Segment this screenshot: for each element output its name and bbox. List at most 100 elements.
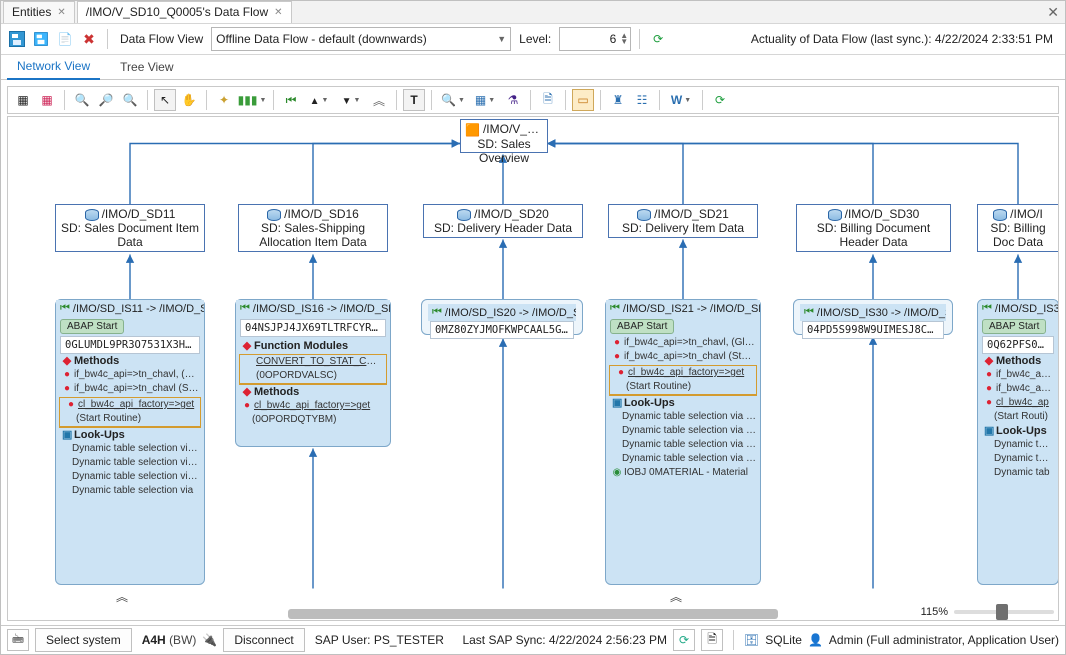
panel-is30[interactable]: ⏮/IMO/SD_IS30 -> /IMO/D_SD30 04PD5S998W9… (793, 299, 953, 335)
tab-network-view[interactable]: Network View (7, 55, 100, 80)
up-dropdown[interactable]: ▼ (304, 89, 334, 111)
copy-button[interactable] (55, 29, 75, 49)
lookup-item[interactable]: Dynamic table selection via variable: l_… (606, 452, 760, 466)
dataflow-view-value: Offline Data Flow - default (downwards) (216, 32, 427, 46)
doc-icon[interactable]: 🗎 (701, 629, 723, 651)
method-item[interactable]: ●if_bw4c_api=>tn_chavl (Start Routine) (56, 382, 204, 396)
panel-is16[interactable]: ⏮/IMO/SD_IS16 -> /IMO/D_SD16 04NSJPJ4JX6… (235, 299, 391, 447)
panel-is20[interactable]: ⏮/IMO/SD_IS20 -> /IMO/D_SD20 0MZ80ZYJMOF… (421, 299, 583, 335)
cylinder-icon (85, 209, 99, 221)
skip-start-icon[interactable]: ⏮ (280, 89, 302, 111)
infoprovider-node[interactable]: /IMO/D_SD16 SD: Sales-Shipping Allocatio… (238, 204, 388, 252)
tab-entities[interactable]: Entities ✕ (3, 1, 75, 23)
infoprovider-node[interactable]: /IMO/D_SD11 SD: Sales Document Item Data (55, 204, 205, 252)
root-node[interactable]: 🟧/IMO/V_SD10 SD: Sales Overview (460, 119, 548, 153)
infoprovider-node[interactable]: /IMO/D_SD20 SD: Delivery Header Data (423, 204, 583, 238)
method-note: (Start Routi) (978, 410, 1058, 424)
save-button[interactable] (7, 29, 27, 49)
zoom-out-button[interactable]: 🔍 (119, 89, 141, 111)
panel-is21[interactable]: ⏮/IMO/SD_IS21 -> /IMO/D_SD21 ABAP Start … (605, 299, 761, 585)
vertical-layout-button[interactable]: ▭ (572, 89, 594, 111)
expand-indicator[interactable]: ︽ (116, 588, 128, 605)
horizontal-scrollbar[interactable] (8, 608, 1058, 620)
lookup-item[interactable]: Dynamic table selection via variable: lv… (606, 438, 760, 452)
node-id: /IMO/D_SD11 (102, 207, 176, 221)
close-icon[interactable]: ✕ (57, 2, 65, 23)
text-tool[interactable]: T (403, 89, 425, 111)
function-module-link[interactable]: CONVERT_TO_STAT_CURRENCY (240, 355, 386, 369)
method-item[interactable]: ●if_bw4c_api= (Start Routin) (978, 382, 1058, 396)
tree-icon[interactable]: ♜ (607, 89, 629, 111)
org-icon[interactable]: ☷ (631, 89, 653, 111)
lookup-item[interactable]: Dynamic tab variable: lv_p (Start Routin… (978, 452, 1058, 466)
method-item[interactable]: ●if_bw4c_api=>tn_chavl, (Global data) (56, 368, 204, 382)
export-icon[interactable]: 🗎 (537, 89, 559, 111)
diagram-canvas[interactable]: 🟧/IMO/V_SD10 SD: Sales Overview ⏮/IMO/SD… (8, 117, 1058, 620)
pointer-tool[interactable]: ↖ (154, 89, 176, 111)
diagram-toolbar: ▦ ▦ 🔍 🔎 🔍 ↖ ✋ ✦ ▮▮▮▼ ⏮ ▼ ▼ ︽ T 🔍▼ ▦▼ ⚗ 🗎… (7, 86, 1059, 114)
node-subtitle: SD: Billing Doc Data (980, 221, 1056, 249)
lookup-item[interactable]: Dynamic table selection via variable: lv… (606, 424, 760, 438)
expand-indicator[interactable]: ︽ (670, 588, 682, 605)
lookup-item[interactable]: Dynamic table selection via variable: lv… (56, 470, 204, 484)
flask-icon[interactable]: ⚗ (502, 89, 524, 111)
dataflow-view-dropdown[interactable]: Offline Data Flow - default (downwards) … (211, 27, 511, 51)
lookup-item[interactable]: Dynamic table selection via variable: lv… (56, 456, 204, 470)
method-factory-link[interactable]: ●cl_bw4c_api_factory=>get (60, 398, 200, 412)
delete-button[interactable]: ✖ (79, 29, 99, 49)
zoom-in-button[interactable]: 🔍 (71, 89, 93, 111)
level-spinner[interactable]: 6 ▲▼ (559, 27, 631, 51)
tab-dataflow[interactable]: /IMO/V_SD10_Q0005's Data Flow ✕ (77, 1, 292, 23)
spinner-arrows[interactable]: ▲▼ (620, 33, 628, 45)
tab-dataflow-label: /IMO/V_SD10_Q0005's Data Flow (86, 2, 268, 23)
panel-is31-title: /IMO/SD_IS31 - (995, 303, 1058, 315)
lookup-item[interactable]: Dynamic tab lv_c (Start Routi) (978, 438, 1058, 452)
doc-dropdown[interactable]: W▼ (666, 89, 696, 111)
method-factory-link[interactable]: ●cl_bw4c_api_factory=>get (610, 366, 756, 380)
hash-box: 0Q62PFS0O9UGXD( (982, 336, 1054, 354)
refresh-button-main[interactable]: ⟳ (648, 29, 668, 49)
down-dropdown[interactable]: ▼ (336, 89, 366, 111)
lookup-item[interactable]: Dynamic tab (978, 466, 1058, 480)
collapse-up-icon[interactable]: ︽ (368, 89, 390, 111)
lookup-item[interactable]: Dynamic table selection via variable: lv… (56, 442, 204, 456)
save-all-button[interactable] (31, 29, 51, 49)
method-note: (Start Routine) (60, 412, 200, 426)
highlight-dropdown[interactable]: ▮▮▮▼ (237, 89, 267, 111)
layout-dropdown[interactable]: ▦▼ (470, 89, 500, 111)
method-item[interactable]: ●if_bw4c_api=>tn_chavl, (Global data) (606, 336, 760, 350)
wand-tool[interactable]: ✦ (213, 89, 235, 111)
search-dropdown[interactable]: 🔍▼ (438, 89, 468, 111)
panel-is11[interactable]: ⏮/IMO/SD_IS11 -> /IMO/D_SD11 ABAP Start … (55, 299, 205, 585)
sap-user-text: SAP User: PS_TESTER (315, 633, 444, 647)
system-icon[interactable]: 🖮 (7, 629, 29, 651)
iobj-material-item[interactable]: ◉IOBJ 0MATERIAL - Material (606, 466, 760, 480)
zoom-track[interactable] (954, 610, 1054, 614)
diagram-canvas-wrap[interactable]: 🟧/IMO/V_SD10 SD: Sales Overview ⏮/IMO/SD… (7, 116, 1059, 621)
method-item[interactable]: ●if_bw4c_api=>tn_chavl (Start Routine) (606, 350, 760, 364)
zoom-control[interactable]: 115% (921, 606, 1054, 618)
close-pane-icon[interactable]: ✕ (1047, 4, 1059, 21)
method-factory-link[interactable]: ●cl_bw4c_ap (978, 396, 1058, 410)
infoprovider-node[interactable]: /IMO/D_SD30 SD: Billing Document Header … (796, 204, 951, 252)
zoom-fit-button[interactable]: 🔎 (95, 89, 117, 111)
zoom-value: 115% (921, 606, 948, 618)
method-item[interactable]: ●if_bw4c_api= (Global data) (978, 368, 1058, 382)
refresh-sync-button[interactable]: ⟳ (673, 629, 695, 651)
pan-tool[interactable]: ✋ (178, 89, 200, 111)
close-icon[interactable]: ✕ (274, 2, 282, 23)
infoprovider-node[interactable]: /IMO/D_SD21 SD: Delivery Item Data (608, 204, 758, 238)
select-system-button[interactable]: Select system (35, 628, 132, 652)
method-factory-link[interactable]: ●cl_bw4c_api_factory=>get (236, 399, 390, 413)
grid-icon[interactable]: ▦ (12, 89, 34, 111)
refresh-icon[interactable]: ⟳ (709, 89, 731, 111)
disconnect-button[interactable]: Disconnect (223, 628, 304, 652)
panel-is31[interactable]: ⏮/IMO/SD_IS31 - ABAP Start 0Q62PFS0O9UGX… (977, 299, 1059, 585)
grid-highlight-icon[interactable]: ▦ (36, 89, 58, 111)
method-note: (Start Routine) (610, 380, 756, 394)
tab-tree-view[interactable]: Tree View (110, 56, 183, 79)
file-tab-strip: Entities ✕ /IMO/V_SD10_Q0005's Data Flow… (1, 1, 1065, 24)
lookup-item[interactable]: Dynamic table selection via (56, 484, 204, 498)
lookup-item[interactable]: Dynamic table selection via variable: lv… (606, 410, 760, 424)
infoprovider-node[interactable]: /IMO/I SD: Billing Doc Data (977, 204, 1059, 252)
